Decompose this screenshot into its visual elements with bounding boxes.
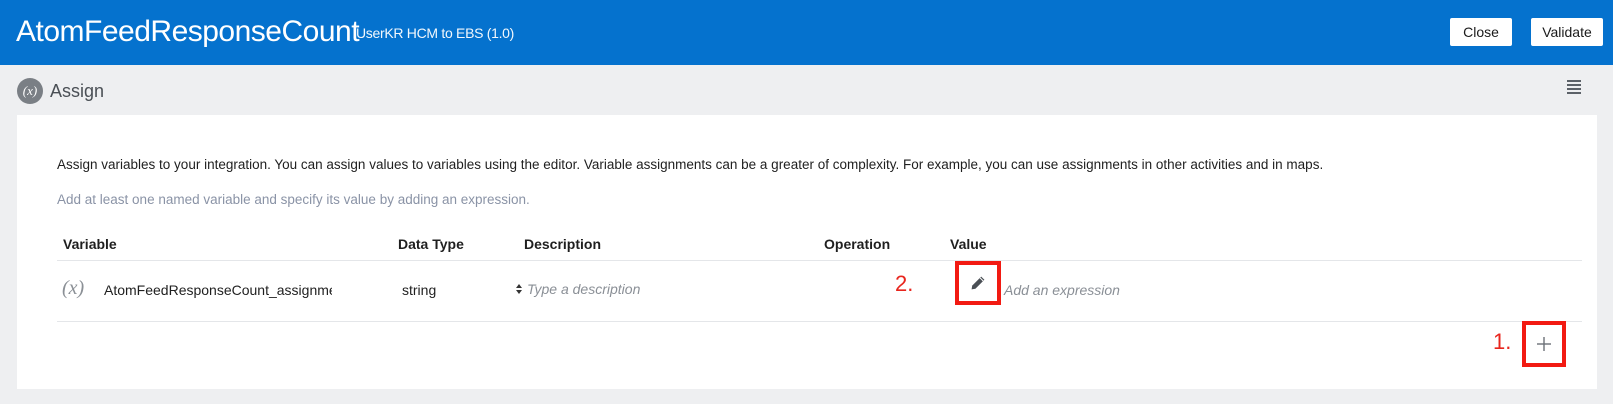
column-header-description: Description [524,236,602,252]
table-divider [57,321,1582,322]
variable-icon: (x) [17,78,43,104]
close-button[interactable]: Close [1450,18,1512,46]
column-header-operation: Operation [824,236,891,252]
variable-icon: (x) [62,277,85,299]
description-input[interactable] [524,275,794,303]
value-expression-placeholder[interactable]: Add an expression [1004,281,1120,299]
pencil-icon [971,276,985,290]
validate-button[interactable]: Validate [1531,18,1603,46]
step-1-annotation: 1. [1493,329,1512,354]
assign-title: Assign [50,81,105,101]
assign-subheader: (x) Assign [0,65,1613,115]
column-header-value: Value [950,236,987,252]
add-variable-button[interactable] [1522,321,1566,367]
integration-title: AtomFeedResponseCount [16,15,360,48]
select-arrows-icon [516,284,522,294]
edit-expression-button[interactable] [955,261,1001,305]
table-divider [57,260,1582,261]
top-header-bar: AtomFeedResponseCount UserKR HCM to EBS … [0,0,1613,65]
intro-text: Assign variables to your integration. Yo… [57,157,1324,172]
hamburger-icon[interactable] [1563,79,1581,97]
column-header-data-type: Data Type [398,236,464,252]
step-2-annotation: 2. [895,271,914,296]
data-type-value: string [402,282,437,298]
assign-panel: Assign variables to your integration. Yo… [17,115,1597,389]
variable-name-field[interactable]: AtomFeedResponseCount_assignme [104,281,332,299]
column-header-variable: Variable [63,236,117,252]
data-type-select[interactable]: string [393,275,527,303]
hint-text: Add at least one named variable and spec… [57,192,530,207]
plus-icon [1537,337,1551,351]
integration-subtitle: UserKR HCM to EBS (1.0) [356,25,515,41]
